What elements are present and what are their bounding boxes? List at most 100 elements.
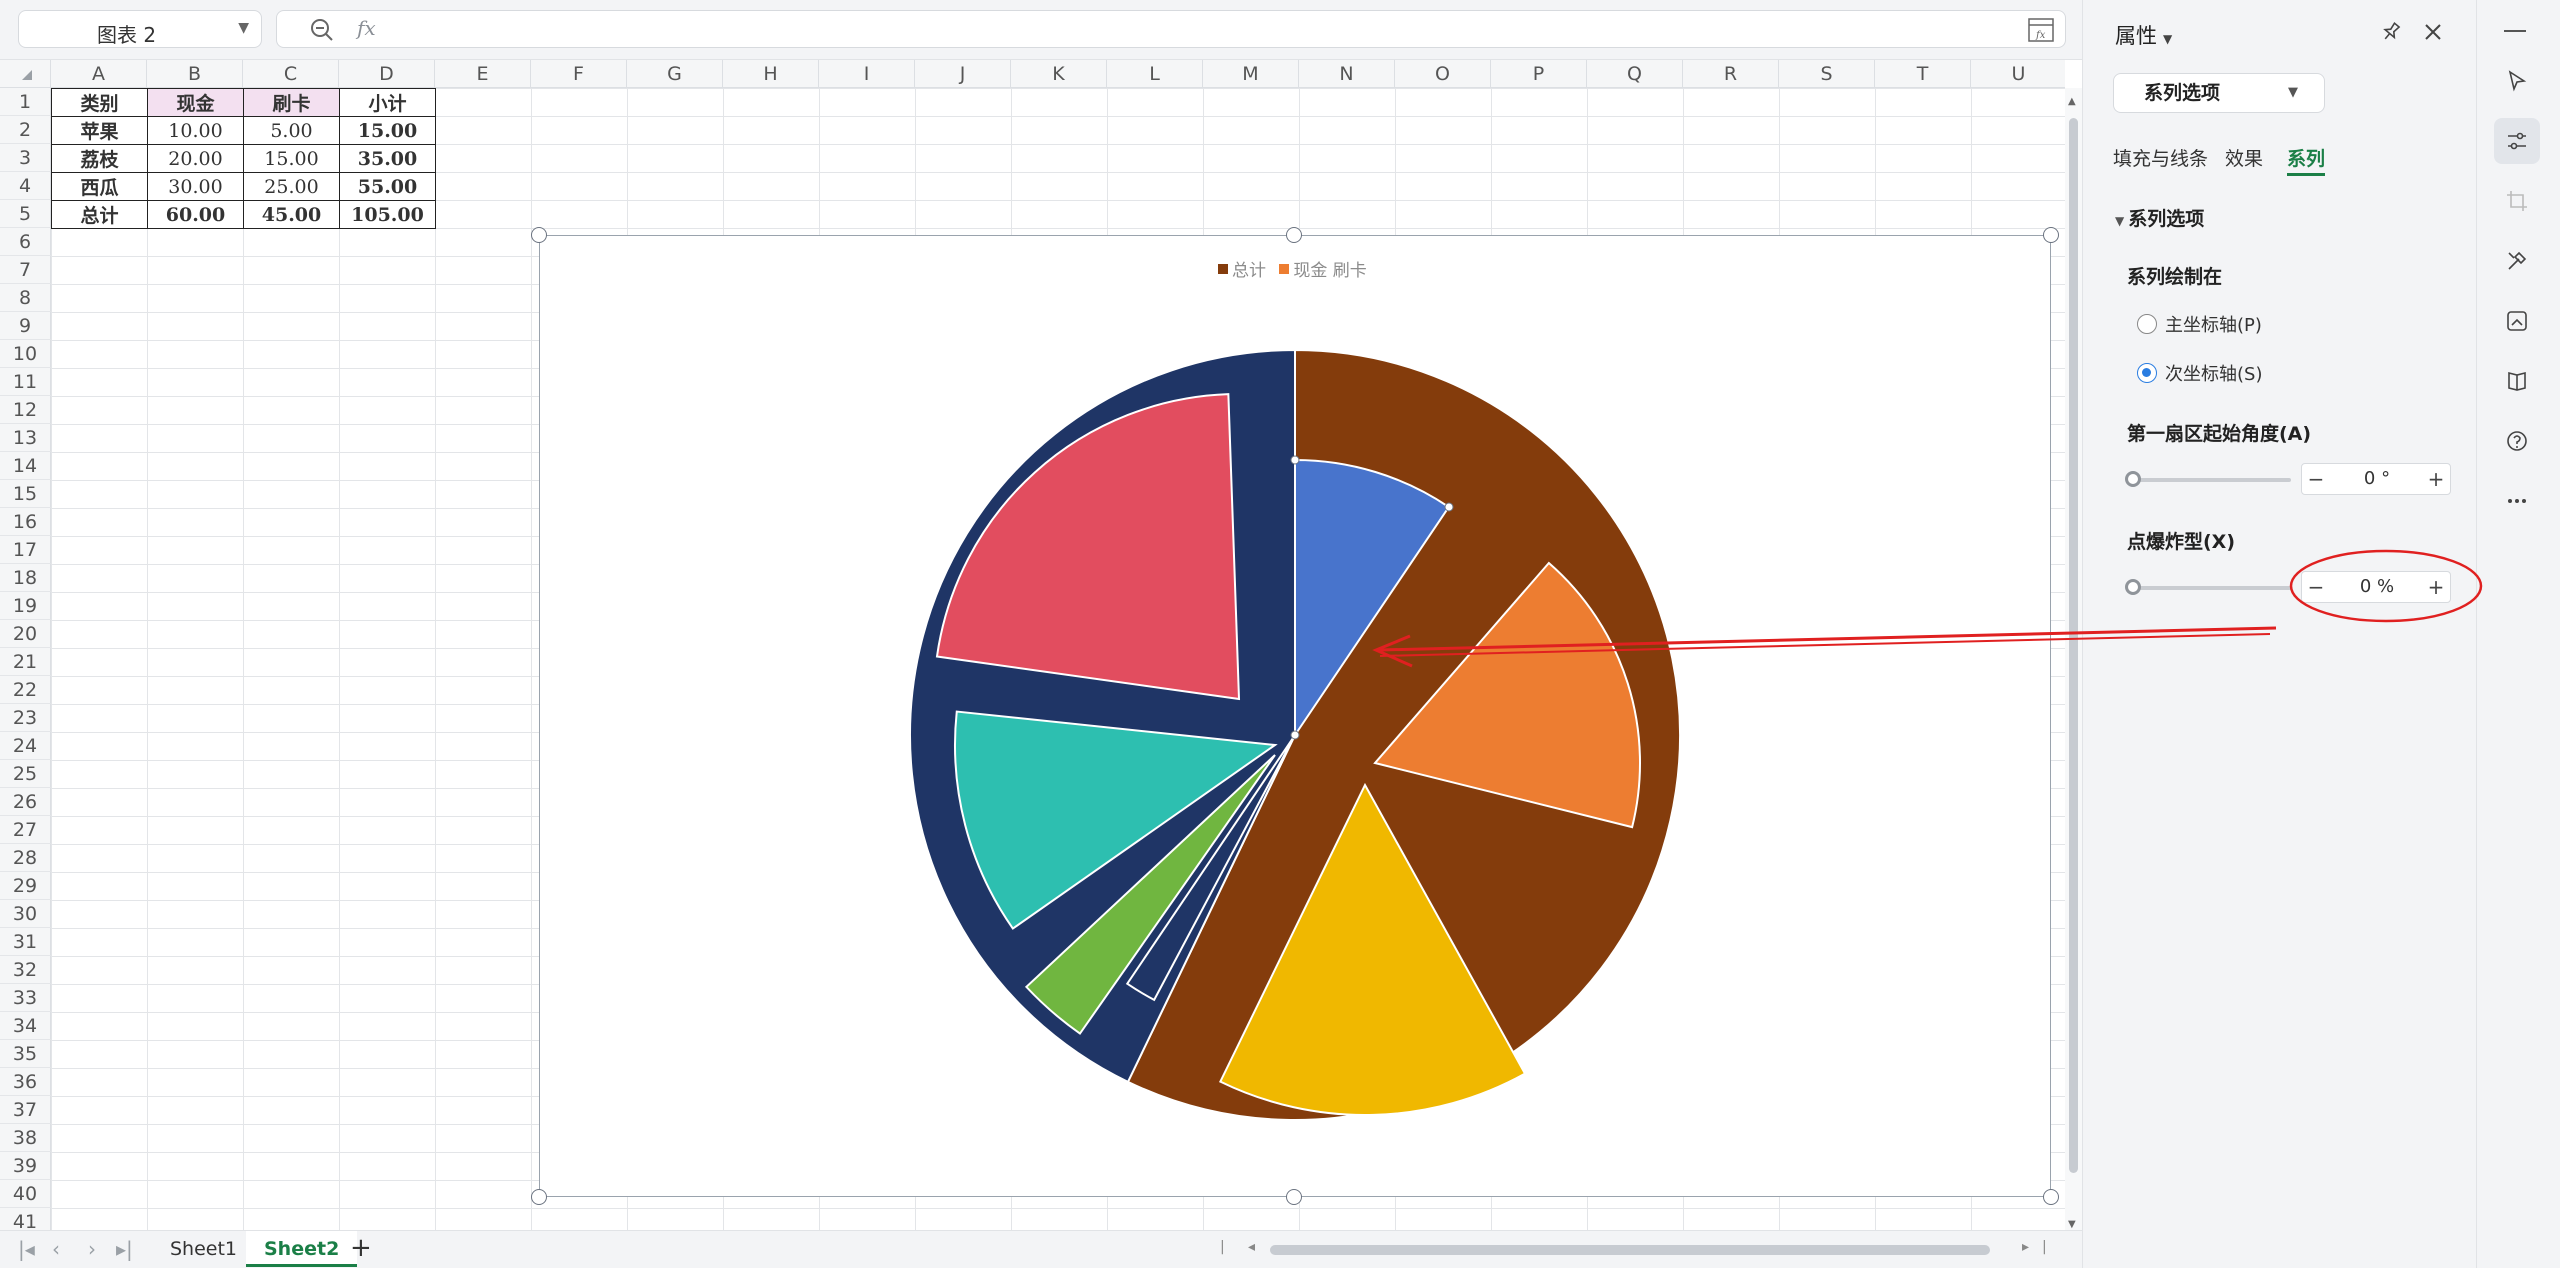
selection-point[interactable] (1290, 730, 1300, 740)
resize-handle[interactable] (2043, 1189, 2059, 1205)
chart-legend[interactable]: 总计 现金 刷卡 (1218, 256, 1367, 281)
first-angle-stepper[interactable]: − 0 ° + (2301, 463, 2451, 495)
scroll-left-icon[interactable]: ◂ (1248, 1239, 1255, 1255)
tools-button[interactable] (2494, 238, 2540, 284)
row-header[interactable]: 25 (0, 760, 51, 788)
sheet-tab-sheet1[interactable]: Sheet1 (152, 1231, 255, 1267)
row-header[interactable]: 14 (0, 452, 51, 480)
decrement-button[interactable]: − (2302, 464, 2330, 494)
row-header[interactable]: 35 (0, 1040, 51, 1068)
table-cell[interactable]: 45.00 (243, 200, 340, 229)
explode-value[interactable]: 0 % (2332, 572, 2422, 602)
name-box[interactable]: 图表 2 ▼ (18, 10, 262, 48)
row-header[interactable]: 30 (0, 900, 51, 928)
column-header[interactable]: A (51, 60, 147, 88)
table-cell[interactable]: 55.00 (339, 172, 436, 201)
pie-slice-extra[interactable] (935, 393, 1241, 701)
resize-handle[interactable] (2043, 227, 2059, 243)
slider-knob[interactable] (2125, 579, 2141, 595)
edit-image-button[interactable] (2494, 298, 2540, 344)
row-header[interactable]: 1 (0, 88, 51, 116)
row-header[interactable]: 7 (0, 256, 51, 284)
radio-primary-axis[interactable] (2137, 314, 2157, 334)
sheet-tab-sheet2[interactable]: Sheet2 (246, 1231, 358, 1267)
resize-handle[interactable] (1286, 1189, 1302, 1205)
column-header[interactable]: L (1107, 60, 1203, 88)
properties-button[interactable] (2494, 118, 2540, 164)
row-header[interactable]: 6 (0, 228, 51, 256)
column-header[interactable]: N (1299, 60, 1395, 88)
column-header[interactable]: I (819, 60, 915, 88)
table-cell[interactable]: 10.00 (147, 116, 244, 145)
row-header[interactable]: 5 (0, 200, 51, 228)
tab-effects[interactable]: 效果 (2225, 144, 2263, 171)
select-all-corner[interactable] (0, 60, 51, 88)
scroll-down-icon[interactable]: ▼ (2068, 1219, 2076, 1230)
selection-point[interactable] (1290, 455, 1300, 465)
minimize-icon[interactable] (2504, 30, 2526, 32)
column-header[interactable]: C (243, 60, 339, 88)
header-cell[interactable]: 小计 (339, 88, 436, 117)
increment-button[interactable]: + (2422, 572, 2450, 602)
column-header[interactable]: J (915, 60, 1011, 88)
vertical-scrollbar[interactable]: ▲ ▼ (2065, 88, 2082, 1230)
row-header[interactable]: 32 (0, 956, 51, 984)
explode-slider[interactable] (2125, 579, 2291, 595)
header-cell[interactable]: 类别 (51, 88, 148, 117)
resize-handle[interactable] (531, 227, 547, 243)
row-header[interactable]: 26 (0, 788, 51, 816)
row-header[interactable]: 12 (0, 396, 51, 424)
table-cell[interactable]: 60.00 (147, 200, 244, 229)
first-sheet-icon[interactable]: |◂ (18, 1237, 35, 1261)
primary-axis-option[interactable]: 主坐标轴(P) (2137, 311, 2262, 337)
table-cell[interactable]: 苹果 (51, 116, 148, 145)
row-header[interactable]: 22 (0, 676, 51, 704)
series-options-dropdown[interactable]: 系列选项 ▼ (2113, 73, 2325, 113)
row-header[interactable]: 41 (0, 1208, 51, 1230)
row-header[interactable]: 34 (0, 1012, 51, 1040)
row-header[interactable]: 11 (0, 368, 51, 396)
column-header[interactable]: M (1203, 60, 1299, 88)
pie-chart[interactable] (900, 340, 1700, 1140)
table-cell[interactable]: 105.00 (339, 200, 436, 229)
row-header[interactable]: 29 (0, 872, 51, 900)
crop-button[interactable] (2494, 178, 2540, 224)
table-cell[interactable]: 25.00 (243, 172, 340, 201)
explode-stepper[interactable]: − 0 % + (2301, 571, 2451, 603)
column-header[interactable]: U (1971, 60, 2065, 88)
horizontal-scrollbar[interactable]: | ◂ ▸ | (1220, 1239, 2050, 1261)
column-header[interactable]: K (1011, 60, 1107, 88)
row-header[interactable]: 31 (0, 928, 51, 956)
row-header[interactable]: 17 (0, 536, 51, 564)
collapse-triangle-icon[interactable]: ▼ (2115, 214, 2124, 228)
prev-sheet-icon[interactable]: ‹ (52, 1237, 60, 1261)
column-header[interactable]: D (339, 60, 435, 88)
table-cell[interactable]: 15.00 (243, 144, 340, 173)
zoom-icon[interactable] (309, 17, 335, 43)
add-sheet-button[interactable]: + (350, 1233, 372, 1263)
slider-knob[interactable] (2125, 471, 2141, 487)
row-header[interactable]: 19 (0, 592, 51, 620)
first-angle-value[interactable]: 0 ° (2332, 464, 2422, 494)
hscroll-thumb[interactable] (1270, 1245, 1990, 1255)
more-button[interactable] (2494, 478, 2540, 524)
row-header[interactable]: 33 (0, 984, 51, 1012)
row-header[interactable]: 10 (0, 340, 51, 368)
table-cell[interactable]: 5.00 (243, 116, 340, 145)
last-sheet-icon[interactable]: ▸| (116, 1237, 133, 1261)
column-header[interactable]: T (1875, 60, 1971, 88)
table-cell[interactable]: 总计 (51, 200, 148, 229)
row-header[interactable]: 13 (0, 424, 51, 452)
column-header[interactable]: H (723, 60, 819, 88)
row-header[interactable]: 9 (0, 312, 51, 340)
table-cell[interactable]: 35.00 (339, 144, 436, 173)
row-header[interactable]: 38 (0, 1124, 51, 1152)
row-header[interactable]: 16 (0, 508, 51, 536)
select-tool-button[interactable] (2494, 58, 2540, 104)
row-header[interactable]: 28 (0, 844, 51, 872)
scroll-right-icon[interactable]: ▸ (2022, 1239, 2029, 1255)
header-cell[interactable]: 现金 (147, 88, 244, 117)
row-header[interactable]: 3 (0, 144, 51, 172)
row-header[interactable]: 4 (0, 172, 51, 200)
decrement-button[interactable]: − (2302, 572, 2330, 602)
